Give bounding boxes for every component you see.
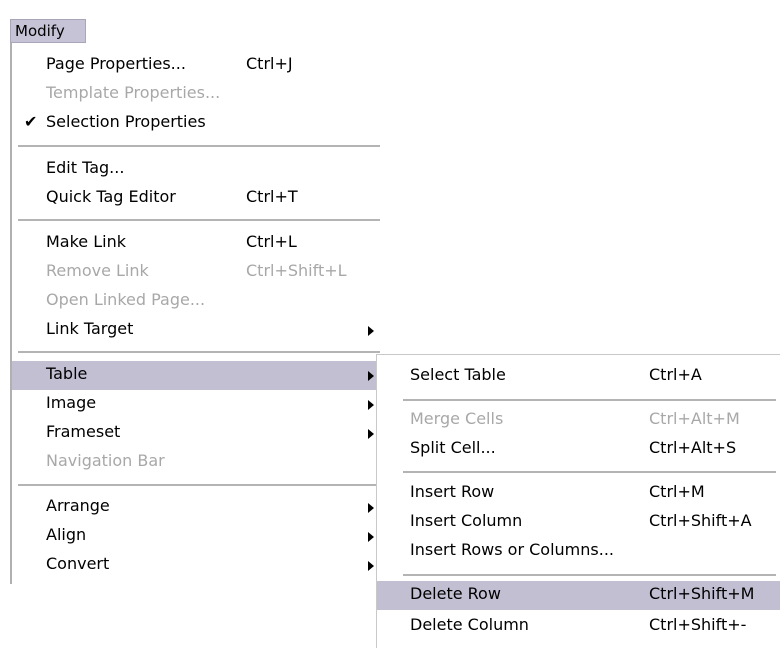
menu-item-label: Insert Row (410, 482, 495, 501)
menu-item-label: Remove Link (46, 261, 149, 280)
menu-separator (403, 399, 776, 401)
menu-item-label: Insert Rows or Columns... (410, 540, 614, 559)
menu-item-label: Select Table (410, 365, 506, 384)
menu-item-label: Page Properties... (46, 54, 186, 73)
menu-modify-label: Modify (15, 22, 65, 40)
menu-item-shortcut: Ctrl+Shift+M (649, 584, 755, 603)
menu-separator (18, 351, 380, 353)
submenu-item-insert-row[interactable]: Insert Row Ctrl+M (377, 479, 780, 508)
menu-item-label: Make Link (46, 232, 126, 251)
menu-item-label: Frameset (46, 422, 121, 441)
menu-item-label: Template Properties... (46, 83, 221, 102)
menu-item-label: Open Linked Page... (46, 290, 206, 309)
menu-item-shortcut: Ctrl+T (246, 187, 298, 206)
menu-separator (18, 484, 380, 486)
submenu-item-merge-cells: Merge Cells Ctrl+Alt+M (377, 406, 780, 435)
table-submenu: Select Table Ctrl+A Merge Cells Ctrl+Alt… (376, 354, 780, 648)
submenu-arrow-icon (368, 561, 374, 571)
submenu-arrow-icon (368, 503, 374, 513)
menu-item-label: Delete Row (410, 584, 501, 603)
menu-item-label: Delete Column (410, 615, 529, 634)
menu-item-table[interactable]: Table (12, 361, 388, 390)
menu-item-label: Split Cell... (410, 438, 496, 457)
checkmark-icon: ✔ (24, 112, 38, 131)
menu-item-label: Quick Tag Editor (46, 187, 176, 206)
menu-item-label: Merge Cells (410, 409, 504, 428)
menu-item-label: Insert Column (410, 511, 523, 530)
menu-item-quick-tag-editor[interactable]: Quick Tag Editor Ctrl+T (12, 184, 388, 213)
menu-item-label: Edit Tag... (46, 158, 125, 177)
menu-item-shortcut: Ctrl+Shift+A (649, 511, 752, 530)
menu-item-shortcut: Ctrl+J (246, 54, 293, 73)
menu-item-open-linked-page: Open Linked Page... (12, 287, 388, 316)
submenu-item-delete-row[interactable]: Delete Row Ctrl+Shift+M (377, 581, 780, 610)
menu-item-page-properties[interactable]: Page Properties... Ctrl+J (12, 51, 388, 80)
submenu-arrow-icon (368, 371, 374, 381)
submenu-item-delete-column[interactable]: Delete Column Ctrl+Shift+- (377, 612, 780, 641)
submenu-arrow-icon (368, 532, 374, 542)
menu-item-label: Align (46, 525, 87, 544)
menu-item-shortcut: Ctrl+L (246, 232, 297, 251)
menu-item-selection-properties[interactable]: ✔ Selection Properties (12, 109, 388, 138)
menu-separator (18, 145, 380, 147)
menu-item-label: Convert (46, 554, 110, 573)
menu-item-shortcut: Ctrl+M (649, 482, 705, 501)
menu-item-shortcut: Ctrl+Alt+S (649, 438, 737, 457)
menu-item-align[interactable]: Align (12, 522, 388, 551)
submenu-item-select-table[interactable]: Select Table Ctrl+A (377, 362, 780, 391)
menu-item-remove-link: Remove Link Ctrl+Shift+L (12, 258, 388, 287)
menu-item-arrange[interactable]: Arrange (12, 493, 388, 522)
menu-item-shortcut: Ctrl+A (649, 365, 702, 384)
menu-separator (403, 574, 776, 576)
modify-menu: Page Properties... Ctrl+J Template Prope… (10, 43, 388, 584)
menu-item-label: Arrange (46, 496, 110, 515)
menu-item-label: Link Target (46, 319, 134, 338)
menu-item-label: Image (46, 393, 97, 412)
menu-item-shortcut: Ctrl+Shift+L (246, 261, 347, 280)
submenu-item-split-cell[interactable]: Split Cell... Ctrl+Alt+S (377, 435, 780, 464)
menu-modify[interactable]: Modify (10, 19, 86, 43)
menu-item-image[interactable]: Image (12, 390, 388, 419)
menu-item-template-properties: Template Properties... (12, 80, 388, 109)
menu-item-link-target[interactable]: Link Target (12, 316, 388, 345)
menu-separator (403, 471, 776, 473)
menu-item-label: Navigation Bar (46, 451, 165, 470)
menu-item-label: Selection Properties (46, 112, 206, 131)
menu-separator (18, 219, 380, 221)
submenu-item-insert-rows-or-columns[interactable]: Insert Rows or Columns... (377, 537, 780, 566)
menu-item-edit-tag[interactable]: Edit Tag... (12, 155, 388, 184)
submenu-arrow-icon (368, 400, 374, 410)
menu-item-navigation-bar: Navigation Bar (12, 448, 388, 477)
menu-item-convert[interactable]: Convert (12, 551, 388, 580)
menu-item-label: Table (46, 364, 88, 383)
menu-item-frameset[interactable]: Frameset (12, 419, 388, 448)
submenu-item-insert-column[interactable]: Insert Column Ctrl+Shift+A (377, 508, 780, 537)
menu-item-make-link[interactable]: Make Link Ctrl+L (12, 229, 388, 258)
menu-item-shortcut: Ctrl+Alt+M (649, 409, 740, 428)
menu-item-shortcut: Ctrl+Shift+- (649, 615, 747, 634)
submenu-arrow-icon (368, 326, 374, 336)
submenu-arrow-icon (368, 429, 374, 439)
